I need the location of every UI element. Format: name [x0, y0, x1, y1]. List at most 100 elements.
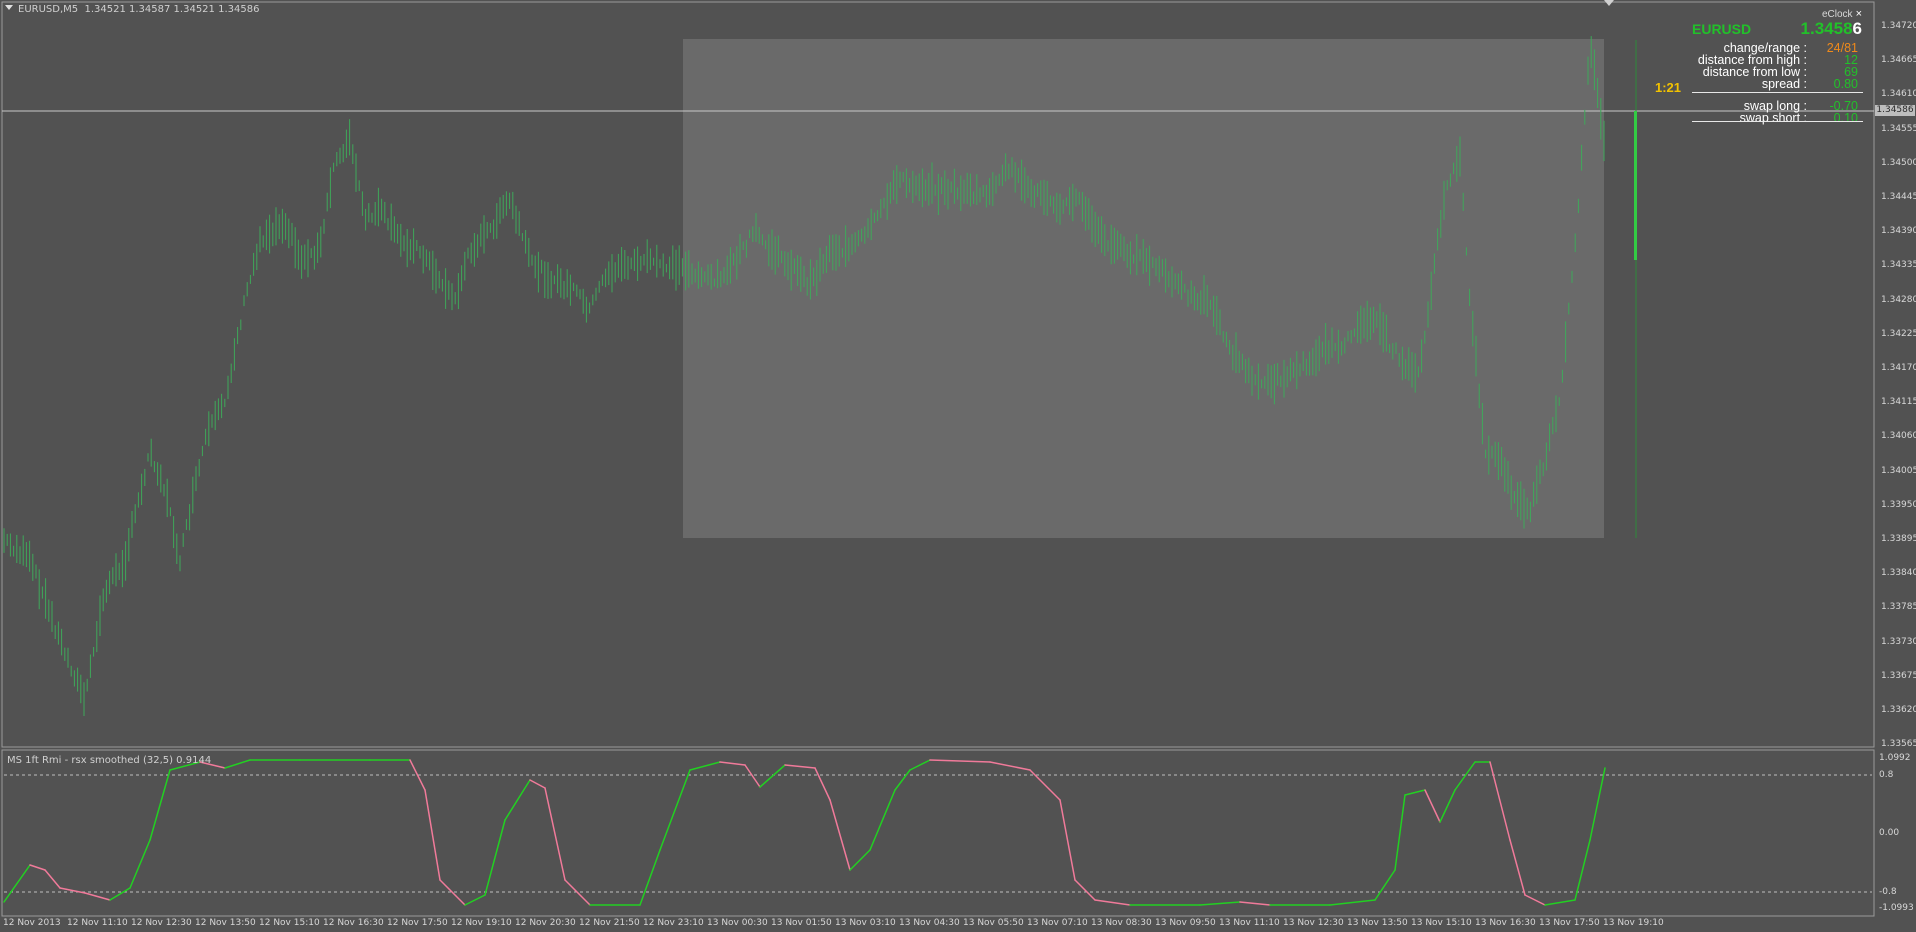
indicator-segment — [909, 759, 931, 771]
chart-menu-arrow-icon[interactable] — [5, 5, 13, 10]
candle-timer-bar — [1634, 111, 1637, 260]
indicator-segment — [689, 761, 721, 771]
symbol-ohlc-header: EURUSD,M5 1.34521 1.34587 1.34521 1.3458… — [18, 4, 259, 15]
indicator-segment — [1509, 839, 1526, 896]
indicator-segment — [1199, 901, 1241, 906]
indicator-tick-label: 0.00 — [1879, 828, 1900, 838]
time-tick-label: 12 Nov 15:10 — [259, 918, 320, 928]
indicator-segment — [869, 789, 896, 851]
time-tick-label: 13 Nov 01:50 — [771, 918, 832, 928]
indicator-segment — [829, 799, 851, 871]
time-tick-label: 12 Nov 23:10 — [643, 918, 704, 928]
eclock-row-value: 0.80 — [1833, 77, 1858, 91]
indicator-segment — [544, 787, 566, 881]
indicator-segment — [1394, 794, 1406, 871]
time-tick-label: 12 Nov 11:10 — [67, 918, 128, 928]
indicator-title: MS 1ft Rmi - rsx smoothed (32,5) 0.9144 — [7, 755, 212, 766]
indicator-segment — [1074, 879, 1096, 901]
indicator-segment — [1574, 839, 1591, 901]
indicator-segment — [1544, 899, 1576, 906]
symbol-timeframe: EURUSD,M5 — [18, 4, 79, 15]
price-tick-label: 1.33565 — [1881, 739, 1916, 750]
indicator-segment — [44, 869, 61, 889]
price-tick-label: 1.34170 — [1881, 363, 1916, 373]
price-tick-label: 1.34665 — [1881, 55, 1916, 66]
time-tick-label: 13 Nov 15:10 — [1411, 918, 1472, 928]
eclock-separator — [1692, 92, 1863, 93]
time-tick-label: 12 Nov 2013 — [3, 918, 61, 928]
price-tick-label: 1.33785 — [1881, 602, 1916, 613]
indicator-segment — [84, 892, 111, 901]
time-tick-label: 13 Nov 12:30 — [1283, 918, 1344, 928]
indicator-segment — [224, 759, 251, 769]
time-tick-label: 12 Nov 19:10 — [451, 918, 512, 928]
indicator-segment — [1329, 899, 1376, 906]
indicator-segment — [719, 761, 746, 766]
price-tick-label: 1.33620 — [1881, 705, 1916, 715]
chart-shift-marker-icon[interactable] — [1604, 0, 1614, 6]
highlight-rectangle[interactable] — [683, 39, 1604, 538]
price-tick-label: 1.34005 — [1881, 465, 1916, 476]
price-tick-label: 1.34610 — [1881, 89, 1916, 100]
price-tick-label: 1.34225 — [1881, 328, 1916, 339]
eclock-row-label: spread : — [1761, 77, 1807, 91]
indicator-segment — [129, 839, 151, 889]
price-tick-label: 1.34720 — [1881, 21, 1916, 31]
indicator-segment — [659, 769, 691, 851]
indicator-segment — [149, 769, 171, 841]
indicator-segment — [1589, 767, 1606, 841]
indicator-segment — [1404, 789, 1426, 796]
bar-countdown-timer: 1:21 — [1655, 80, 1682, 95]
indicator-segment — [1524, 894, 1546, 906]
time-tick-label: 13 Nov 00:30 — [707, 918, 768, 928]
time-tick-label: 13 Nov 13:50 — [1347, 918, 1408, 928]
indicator-line — [3, 759, 1606, 906]
time-tick-label: 13 Nov 09:50 — [1155, 918, 1216, 928]
time-tick-label: 13 Nov 16:30 — [1475, 918, 1536, 928]
indicator-segment — [639, 849, 661, 906]
indicator-segment — [1454, 761, 1476, 791]
price-tick-label: 1.34115 — [1881, 397, 1916, 408]
price-tick-label: 1.33950 — [1881, 499, 1916, 510]
indicator-segment — [1094, 899, 1131, 906]
indicator-segment — [929, 759, 991, 763]
indicator-segment — [744, 764, 761, 788]
eclock-row-label: swap short : — [1739, 111, 1807, 125]
time-tick-label: 12 Nov 21:50 — [579, 918, 640, 928]
price-tick-label: 1.34280 — [1881, 294, 1916, 305]
price-tick-label: 1.34060 — [1881, 431, 1916, 442]
indicator-segment — [1489, 761, 1511, 841]
indicator-tick-label: -1.0993 — [1879, 903, 1914, 913]
indicator-segment — [1439, 789, 1456, 823]
eclock-separator — [1692, 121, 1863, 122]
chart-area[interactable] — [0, 0, 1916, 932]
indicator-segment — [989, 761, 1031, 771]
time-tick-label: 13 Nov 08:30 — [1091, 918, 1152, 928]
eclock-row-value: 0.10 — [1833, 111, 1858, 125]
price-tick-label: 1.34445 — [1881, 192, 1916, 202]
indicator-segment — [529, 779, 546, 789]
eclock-bid-price: 1.34586 — [1801, 19, 1862, 39]
time-tick-label: 13 Nov 03:10 — [835, 918, 896, 928]
indicator-segment — [109, 887, 131, 901]
indicator-segment — [464, 894, 486, 906]
price-tick-label: 1.33730 — [1881, 636, 1916, 647]
time-tick-label: 12 Nov 13:50 — [195, 918, 256, 928]
indicator-segment — [814, 767, 831, 801]
bid-main: 1.3458 — [1800, 19, 1853, 38]
price-tick-label: 1.33895 — [1881, 534, 1916, 544]
price-tick-label: 1.33840 — [1881, 568, 1916, 579]
price-tick-label: 1.34555 — [1881, 123, 1916, 134]
indicator-segment — [849, 849, 871, 871]
indicator-segment — [484, 819, 506, 896]
time-tick-label: 13 Nov 11:10 — [1219, 918, 1280, 928]
current-price-tag: 1.34586 — [1875, 105, 1915, 116]
eclock-symbol: EURUSD — [1692, 21, 1752, 37]
time-tick-label: 12 Nov 17:50 — [387, 918, 448, 928]
indicator-segment — [759, 764, 786, 788]
indicator-tick-label: 0.8 — [1879, 770, 1894, 780]
indicator-segment — [1239, 901, 1271, 906]
price-tick-label: 1.33675 — [1881, 670, 1916, 681]
indicator-segment — [1424, 789, 1441, 823]
bid-last-digit: 6 — [1852, 19, 1862, 38]
